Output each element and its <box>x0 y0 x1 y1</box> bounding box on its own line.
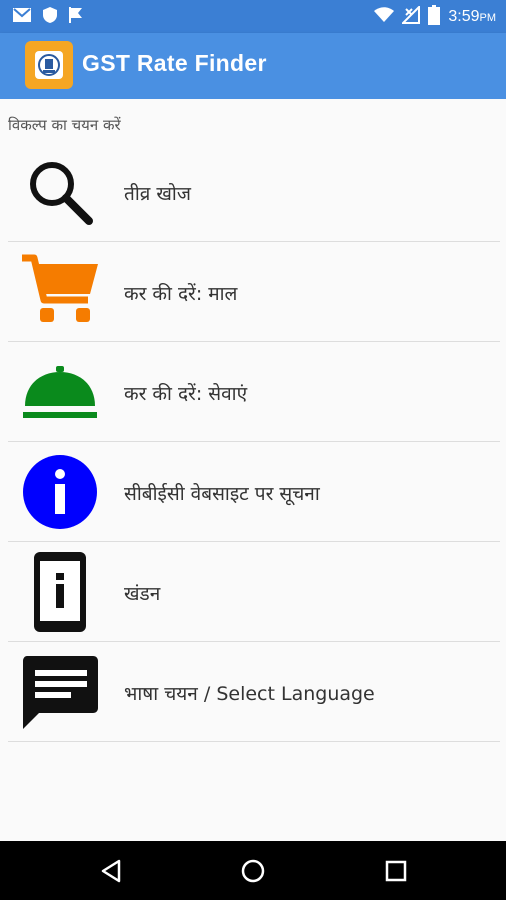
back-icon[interactable] <box>95 855 127 887</box>
cbic-logo-icon <box>25 41 73 89</box>
option-list: तीव्र खोज कर की दरें: माल कर की दरें: से… <box>8 142 500 742</box>
app-bar: GST Rate Finder <box>0 33 506 99</box>
list-item-label: कर की दरें: सेवाएं <box>124 383 248 405</box>
list-item-service-rates[interactable]: कर की दरें: सेवाएं <box>8 342 500 442</box>
list-item-select-language[interactable]: भाषा चयन / Select Language <box>8 642 500 742</box>
list-item-cbec-website-info[interactable]: सीबीईसी वेबसाइट पर सूचना <box>8 442 500 542</box>
list-item-label: खंडन <box>124 583 161 605</box>
list-item-quick-search[interactable]: तीव्र खोज <box>8 142 500 242</box>
list-item-label: सीबीईसी वेबसाइट पर सूचना <box>124 483 320 505</box>
search-icon <box>8 142 112 241</box>
list-item-label: कर की दरें: माल <box>124 283 238 305</box>
section-label: विकल्प का चयन करें <box>8 116 121 134</box>
service-bell-icon <box>8 342 112 441</box>
list-item-disclaimer[interactable]: खंडन <box>8 542 500 642</box>
info-icon <box>8 442 112 541</box>
recents-icon[interactable] <box>380 855 412 887</box>
cart-icon <box>8 242 112 341</box>
home-icon[interactable] <box>237 855 269 887</box>
app-title: GST Rate Finder <box>82 50 267 76</box>
battery-icon <box>428 5 441 29</box>
main-content: विकल्प का चयन करें तीव्र खोज कर की दरें:… <box>0 99 506 841</box>
no-signal-icon <box>400 4 421 28</box>
flag-icon <box>68 6 84 28</box>
phone-info-icon <box>8 542 112 641</box>
clock: 3:59PM <box>448 8 496 25</box>
list-item-goods-rates[interactable]: कर की दरें: माल <box>8 242 500 342</box>
chat-message-icon <box>8 642 112 741</box>
gmail-icon <box>12 7 32 27</box>
list-item-label: भाषा चयन / Select Language <box>124 683 375 705</box>
shield-icon <box>42 6 58 28</box>
navigation-bar <box>0 841 506 900</box>
wifi-icon <box>374 7 395 27</box>
list-item-label: तीव्र खोज <box>124 183 191 205</box>
status-bar: 3:59PM <box>0 0 506 33</box>
